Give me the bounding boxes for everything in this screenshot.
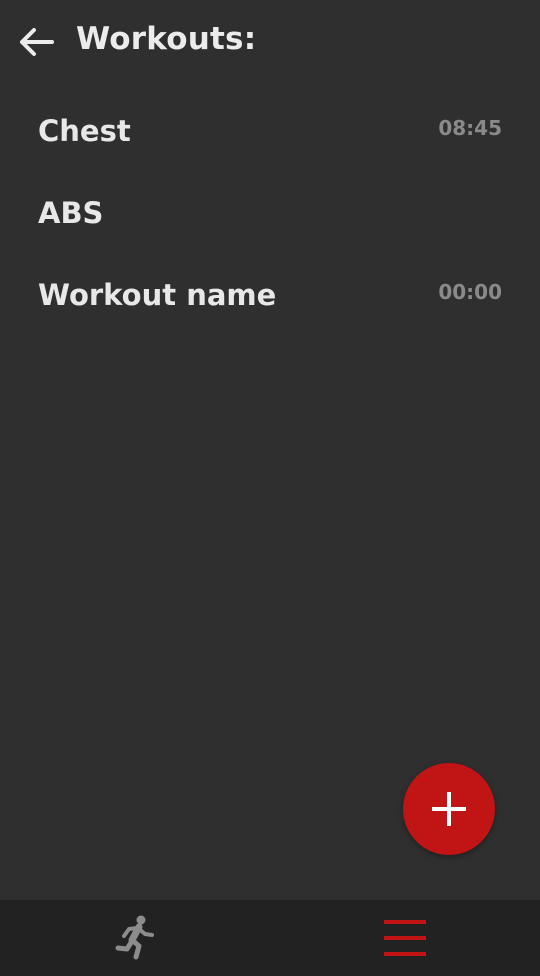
nav-item-workout-list[interactable]: [270, 900, 540, 976]
menu-lines-icon: [384, 920, 426, 956]
workout-row[interactable]: ABS: [0, 174, 540, 256]
back-button[interactable]: [14, 20, 58, 64]
workout-name: Workout name: [38, 278, 277, 312]
arrow-left-icon: [20, 28, 54, 56]
running-person-icon: [115, 915, 154, 960]
workout-list: Chest 08:45 ABS Workout name 00:00: [0, 92, 540, 338]
plus-icon: [432, 792, 466, 826]
workout-duration: 00:00: [438, 280, 502, 304]
workout-duration: 08:45: [438, 116, 502, 140]
nav-item-workout-run[interactable]: [0, 900, 270, 976]
workout-row[interactable]: Chest 08:45: [0, 92, 540, 174]
workout-row[interactable]: Workout name 00:00: [0, 256, 540, 338]
bottom-navigation: [0, 900, 540, 976]
page-title: Workouts:: [76, 21, 257, 57]
workout-name: ABS: [38, 196, 104, 230]
app-bar: Workouts:: [0, 0, 540, 84]
workout-name: Chest: [38, 114, 131, 148]
add-workout-button[interactable]: [403, 763, 495, 855]
